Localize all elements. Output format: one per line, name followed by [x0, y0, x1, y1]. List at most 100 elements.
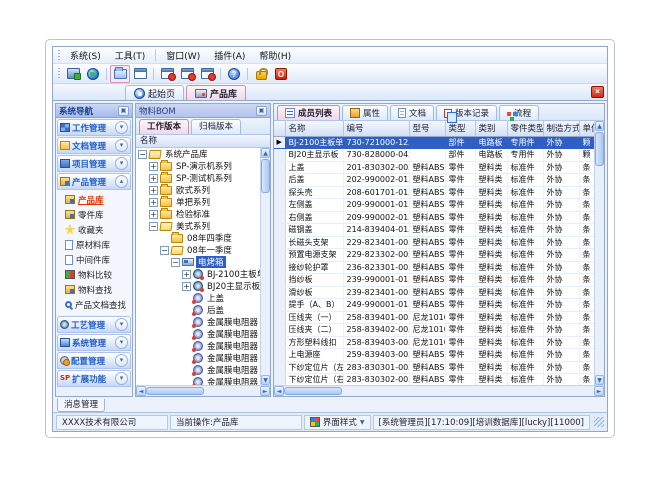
- expander-plus-icon[interactable]: +: [149, 198, 158, 207]
- scroll-down-icon[interactable]: ▼: [261, 375, 270, 385]
- members-tab-documents[interactable]: 文档: [390, 105, 434, 120]
- tree-node[interactable]: −美式系列: [136, 220, 260, 232]
- scroll-up-icon[interactable]: ▲: [595, 121, 604, 131]
- doc-tab-start-page[interactable]: 起始页: [125, 85, 184, 100]
- expander-plus-icon[interactable]: +: [149, 210, 158, 219]
- tree-node[interactable]: 金属膜电阻器: [136, 316, 260, 328]
- scroll-down-icon[interactable]: ▼: [595, 375, 604, 385]
- exit-button[interactable]: [271, 65, 291, 83]
- sidebar-item-product-library[interactable]: 产品库: [56, 192, 132, 207]
- expander-plus-icon[interactable]: +: [149, 174, 158, 183]
- members-tab-properties[interactable]: 属性: [342, 105, 388, 120]
- chevron-down-icon[interactable]: ▾: [115, 157, 128, 170]
- tree-node[interactable]: +检验标准: [136, 208, 260, 220]
- sidebar-section-work[interactable]: 工作管理▾: [57, 119, 131, 136]
- tree-node[interactable]: 金属膜电阻器: [136, 328, 260, 340]
- table-row[interactable]: 预置电源支架229-823302-00X塑料ABS零件塑料类标准件外协条: [274, 249, 594, 262]
- scroll-left-icon[interactable]: ◄: [136, 386, 146, 396]
- chevron-down-icon[interactable]: ▾: [115, 121, 128, 134]
- sidebar-item-material-compare[interactable]: 物料比较: [56, 267, 132, 282]
- table-row[interactable]: 左侧盖209-990001-01X塑料ABS零件塑料类标准件外协条: [274, 199, 594, 212]
- web-button[interactable]: [83, 65, 103, 83]
- sidebar-section-documents[interactable]: 文档管理▾: [57, 137, 131, 154]
- tree-node[interactable]: 金属膜电阻器: [136, 340, 260, 352]
- menu-item-window[interactable]: 窗口(W): [159, 47, 207, 64]
- sidebar-item-favorites[interactable]: 收藏夹: [56, 222, 132, 237]
- expander-minus-icon[interactable]: −: [171, 258, 180, 267]
- menu-item-tools[interactable]: 工具(T): [108, 47, 153, 64]
- scroll-right-icon[interactable]: ►: [594, 386, 604, 396]
- tree-node[interactable]: −08年一季度: [136, 244, 260, 256]
- column-header[interactable]: 型号: [409, 121, 445, 136]
- table-row[interactable]: 长磁头支架229-823401-00X塑料ABS零件塑料类标准件外协条: [274, 236, 594, 249]
- bom-tab-working-version[interactable]: 工作版本: [139, 119, 189, 134]
- ui-style-picker[interactable]: 界面样式 ▼: [304, 415, 371, 430]
- report-window-button[interactable]: [130, 65, 150, 83]
- column-header[interactable]: 类别: [475, 121, 507, 136]
- scroll-thumb[interactable]: [146, 387, 204, 395]
- tree-vertical-scrollbar[interactable]: ▲ ▼: [260, 148, 270, 385]
- table-row[interactable]: BJ20主显示板730-828000-04X部件电路板专用件外协颗: [274, 149, 594, 162]
- bom-tab-archived-version[interactable]: 归档版本: [191, 119, 241, 134]
- close-window-c-button[interactable]: [197, 65, 217, 83]
- tree-node[interactable]: +BJ20主显示板: [136, 280, 260, 292]
- sidebar-section-products[interactable]: 产品管理▴: [57, 173, 131, 190]
- members-tab-workflow[interactable]: 流程: [499, 105, 539, 120]
- chevron-down-icon[interactable]: ▾: [115, 318, 128, 331]
- scroll-up-icon[interactable]: ▲: [261, 148, 270, 158]
- close-window-a-button[interactable]: [157, 65, 177, 83]
- column-header[interactable]: 单位: [579, 121, 594, 136]
- sidebar-item-product-doc-search[interactable]: 产品文档查找: [56, 297, 132, 312]
- table-horizontal-scrollbar[interactable]: ◄ ►: [274, 385, 604, 396]
- column-header[interactable]: 类型: [445, 121, 475, 136]
- table-row[interactable]: 磁钢盖214-839404-01X塑料ABS零件塑料类标准件外协条: [274, 224, 594, 237]
- scroll-right-icon[interactable]: ►: [260, 386, 270, 396]
- table-vertical-scrollbar[interactable]: ▲ ▼: [594, 121, 604, 385]
- tree-node[interactable]: 金属膜电阻器: [136, 376, 260, 385]
- sidebar-pin-icon[interactable]: [118, 106, 129, 116]
- sidebar-item-intermediate-library[interactable]: 中间件库: [56, 252, 132, 267]
- table-row[interactable]: 方形塑料线扣258-839403-00X尼龙1010零件塑料类标准件外协条: [274, 336, 594, 349]
- tree-node[interactable]: 后盖: [136, 304, 260, 316]
- message-manager-tab[interactable]: 消息管理: [57, 399, 105, 412]
- tree-node[interactable]: +欧式系列: [136, 184, 260, 196]
- table-row[interactable]: 右侧盖209-990002-01X塑料ABS零件塑料类标准件外协条: [274, 211, 594, 224]
- product-library-button[interactable]: [110, 65, 130, 83]
- tree-node[interactable]: +BJ-2100主板单点: [136, 268, 260, 280]
- table-row[interactable]: 下纱定位片（左）283-830301-00X塑料ABS零件塑料类标准件外协条: [274, 361, 594, 374]
- workstation-button[interactable]: [63, 65, 83, 83]
- sidebar-section-projects[interactable]: 项目管理▾: [57, 155, 131, 172]
- sidebar-section-extensions[interactable]: SP扩展功能▾: [57, 370, 131, 387]
- sidebar-item-raw-material-library[interactable]: 原材料库: [56, 237, 132, 252]
- menu-item-help[interactable]: 帮助(H): [252, 47, 298, 64]
- table-row[interactable]: 后盖202-990002-01X塑料ABS零件塑料类标准件外协条: [274, 174, 594, 187]
- expander-plus-icon[interactable]: +: [182, 282, 191, 291]
- scroll-thumb[interactable]: [284, 387, 342, 395]
- tree-node[interactable]: 上盖: [136, 292, 260, 304]
- tree-node[interactable]: 08年四季度: [136, 232, 260, 244]
- resize-grip[interactable]: [594, 417, 604, 427]
- chevron-down-icon[interactable]: ▾: [115, 354, 128, 367]
- table-row[interactable]: 挡纱板239-990001-01X塑料ABS零件塑料类标准件外协条: [274, 274, 594, 287]
- table-row[interactable]: 上电源座259-839403-00X塑料ABS零件塑料类标准件外协条: [274, 349, 594, 362]
- chevron-down-icon[interactable]: ▾: [115, 139, 128, 152]
- table-row[interactable]: 滑纱板239-823401-00X塑料ABS零件塑料类标准件外协条: [274, 286, 594, 299]
- menu-item-plugins[interactable]: 插件(A): [207, 47, 252, 64]
- sidebar-section-system[interactable]: 系统管理▾: [57, 334, 131, 351]
- tree-node[interactable]: +单把系列: [136, 196, 260, 208]
- chevron-down-icon[interactable]: ▾: [115, 372, 128, 385]
- close-tab-icon[interactable]: ×: [591, 86, 604, 98]
- scroll-left-icon[interactable]: ◄: [274, 386, 284, 396]
- help-button[interactable]: [224, 65, 244, 83]
- tree-node[interactable]: 金属膜电阻器: [136, 352, 260, 364]
- tree-column-header[interactable]: 名称: [136, 135, 270, 148]
- expander-plus-icon[interactable]: +: [182, 270, 191, 279]
- table-row[interactable]: 压线夹（二）258-839402-00X尼龙1010零件塑料类标准件外协条: [274, 324, 594, 337]
- members-tab-member-list[interactable]: 成员列表: [277, 105, 340, 120]
- doc-tab-product-library[interactable]: 产品库: [186, 85, 246, 100]
- tree-horizontal-scrollbar[interactable]: ◄ ►: [136, 385, 270, 396]
- tree-node[interactable]: −电烤箱: [136, 256, 260, 268]
- expander-minus-icon[interactable]: −: [160, 246, 169, 255]
- table-row[interactable]: 探头壳208-601701-01X塑料ABS零件塑料类标准件外协条: [274, 186, 594, 199]
- bom-pin-icon[interactable]: [256, 106, 267, 116]
